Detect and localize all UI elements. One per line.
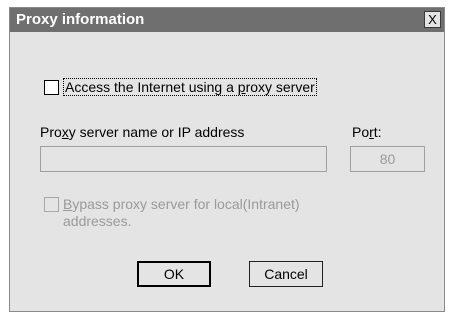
proxy-server-input[interactable] [40,146,327,172]
use-proxy-label[interactable]: Access the Internet using a proxy server [63,78,317,96]
close-button[interactable]: X [424,11,441,28]
use-proxy-checkbox-row[interactable]: Access the Internet using a proxy server [44,78,317,96]
title-bar[interactable]: Proxy information X [10,8,444,32]
port-input[interactable]: 80 [350,146,425,172]
cancel-button[interactable]: Cancel [249,261,323,287]
ok-button[interactable]: OK [137,261,211,287]
bypass-label: Bypass proxy server for local(Intranet) … [63,196,300,229]
proxy-information-dialog: Proxy information X Access the Internet … [9,7,445,312]
bypass-checkbox[interactable] [44,197,59,212]
port-label: Port: [352,124,382,140]
dialog-title: Proxy information [16,11,145,28]
proxy-server-label: Proxy server name or IP address [40,124,245,140]
bypass-checkbox-row[interactable]: Bypass proxy server for local(Intranet) … [44,196,300,230]
use-proxy-checkbox[interactable] [44,79,59,95]
